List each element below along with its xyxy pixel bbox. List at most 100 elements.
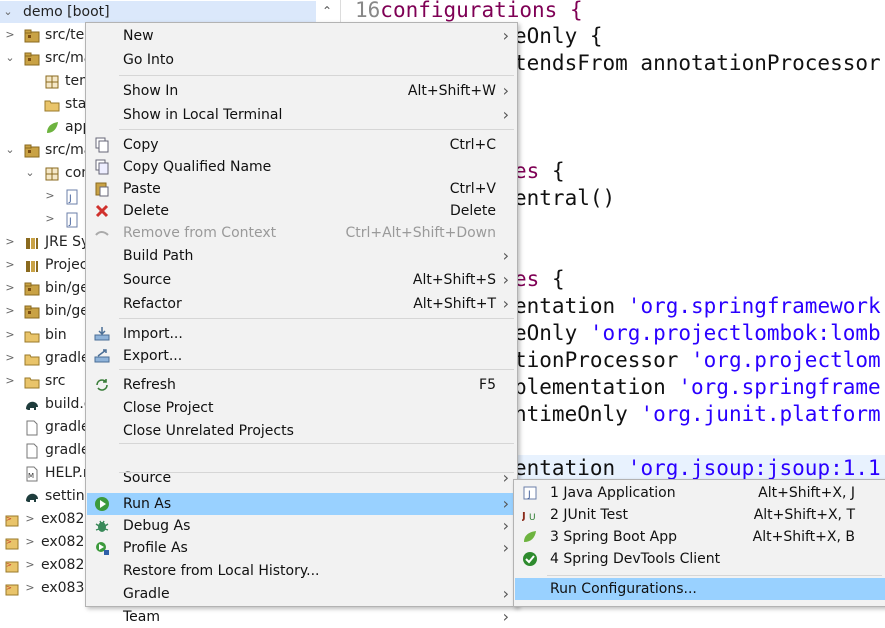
code-token: plementation [514,375,679,399]
string-token: 'org.springframework [627,294,881,318]
menu-item-profile-as[interactable]: Profile As › [87,537,516,559]
menu-item-source[interactable]: Source Alt+Shift+S › [87,269,516,291]
code-line[interactable]: plementation 'org.springframe [514,374,881,401]
code-line[interactable]: es { [514,266,565,293]
code-line[interactable]: entral() [514,185,615,212]
menu-item-shortcut: Ctrl+C [449,137,496,153]
file-icon [24,443,38,459]
menu-item-source[interactable]: Source › [87,467,516,489]
code-token: { [539,159,565,183]
menu-item-label: Profile As [123,540,188,556]
chevron-right-icon[interactable]: > [4,347,16,369]
import-icon [94,326,110,342]
menu-item-debug-as[interactable]: Debug As › [87,515,516,537]
menu-item-show-in[interactable]: Show In Alt+Shift+W › [87,80,516,102]
menu-item-gradle[interactable]: Gradle › [87,583,516,605]
menu-item-import[interactable]: Import... [87,323,516,345]
menu-item-paste[interactable]: Paste Ctrl+V [87,178,516,200]
chevron-right-icon: › [502,494,509,513]
chevron-right-icon[interactable]: > [24,577,36,599]
menu-item-copy-qualified-name[interactable]: Copy Qualified Name [87,156,516,178]
svg-text:M: M [28,472,34,480]
menu-item-label: Close Unrelated Projects [123,423,294,439]
menu-item-refactor[interactable]: Refactor Alt+Shift+T › [87,293,516,315]
line-number: 16 [355,0,381,22]
submenu-item-label: 1 Java Application [550,485,676,501]
menu-item-build-path[interactable]: Build Path › [87,245,516,267]
chevron-down-icon[interactable]: ⌄ [2,1,14,23]
code-line[interactable]: 16configurations { [355,0,583,24]
code-line[interactable]: entation 'org.springframework [514,293,881,320]
chevron-right-icon: › [502,516,509,535]
chevron-right-icon[interactable]: > [4,231,16,253]
collapse-up-icon[interactable]: ⌃ [318,2,336,20]
spring-leaf-icon [44,120,58,134]
menu-item-new[interactable]: New › [87,25,516,47]
menu-item-delete[interactable]: Delete Delete [87,200,516,222]
chevron-right-icon: › [502,26,509,45]
menu-item-close-unrelated-projects[interactable]: Close Unrelated Projects [87,420,516,442]
code-line[interactable]: tionProcessor 'org.projectlom [514,347,881,374]
menu-item-label: New [123,28,154,44]
submenu-item-3-spring-boot-app[interactable]: 3 Spring Boot App Alt+Shift+X, B [515,526,885,548]
code-line[interactable]: eOnly { [514,23,603,50]
submenu-item-shortcut: Alt+Shift+X, B [752,529,855,545]
menu-item-label: Show in Local Terminal [123,107,283,123]
menu-item-run-as[interactable]: Run As › [87,493,516,515]
chevron-right-icon[interactable]: > [4,370,16,392]
menu-separator [119,369,514,370]
chevron-down-icon[interactable]: ⌄ [24,162,36,184]
submenu-item-shortcut: Alt+Shift+X, T [753,507,855,523]
submenu-item-shortcut: Alt+Shift+X, J [758,485,855,501]
menu-separator [119,318,514,319]
project-icon: > [4,558,19,573]
debug-icon [94,518,110,534]
submenu-item-label: 3 Spring Boot App [550,529,678,545]
menu-item-label: Paste [123,181,161,197]
string-token: 'org.junit.platform [640,402,881,426]
submenu-item-2-junit-test[interactable]: JU 2 JUnit Test Alt+Shift+X, T [515,504,885,526]
tree-root-row[interactable]: ⌄ demo [boot] [0,1,316,23]
code-line[interactable]: es { [514,158,565,185]
chevron-right-icon[interactable]: > [4,300,16,322]
menu-item-close-project[interactable]: Close Project [87,397,516,419]
menu-item-go-into[interactable]: Go Into [87,49,516,71]
menu-item-restore-from-local-history[interactable]: Restore from Local History... [87,560,516,582]
code-line[interactable]: ntimeOnly 'org.junit.platform [514,401,881,428]
chevron-right-icon: › [502,294,509,313]
chevron-right-icon[interactable]: > [4,24,16,46]
menu-item-export[interactable]: Export... [87,345,516,367]
copy-qualified-icon [94,159,110,175]
svg-text:J: J [527,490,531,500]
menu-item-shortcut: Alt+Shift+S [412,272,496,288]
code-line[interactable]: eOnly 'org.projectlombok:lomb [514,320,881,347]
menu-item-shortcut: Alt+Shift+W [407,83,496,99]
menu-item-show-in-local-terminal[interactable]: Show in Local Terminal › [87,104,516,126]
chevron-right-icon[interactable]: > [4,277,16,299]
menu-separator [119,443,514,444]
chevron-right-icon: › [502,270,509,289]
menu-item-copy[interactable]: Copy Ctrl+C [87,134,516,156]
chevron-right-icon[interactable]: > [4,254,16,276]
chevron-right-icon[interactable]: > [4,324,16,346]
code-line[interactable]: tendsFrom annotationProcessor [514,50,881,77]
chevron-right-icon[interactable]: > [24,508,36,530]
folder-icon [24,351,40,366]
menu-item-label: Source [123,470,172,486]
chevron-down-icon[interactable]: ⌄ [4,139,16,161]
chevron-down-icon[interactable]: ⌄ [4,47,16,69]
java-file-icon: J [64,212,78,228]
chevron-right-icon[interactable]: > [24,531,36,553]
chevron-right-icon[interactable]: > [24,554,36,576]
submenu-item-4-spring-devtools-client[interactable]: 4 Spring DevTools Client [515,548,885,570]
keyword-token: configurations { [380,0,583,22]
submenu-item-run-configurations[interactable]: Run Configurations... [515,578,885,600]
chevron-right-icon[interactable]: > [44,208,56,230]
chevron-right-icon[interactable]: > [44,185,56,207]
export-icon [94,348,110,364]
menu-item-team[interactable]: Team › [87,606,516,628]
junit-icon: JU [521,507,538,523]
code-line[interactable]: entation 'org.jsoup:jsoup:1.1 [514,455,881,482]
menu-item-refresh[interactable]: Refresh F5 [87,374,516,396]
submenu-item-1-java-application[interactable]: J 1 Java Application Alt+Shift+X, J [515,482,885,504]
